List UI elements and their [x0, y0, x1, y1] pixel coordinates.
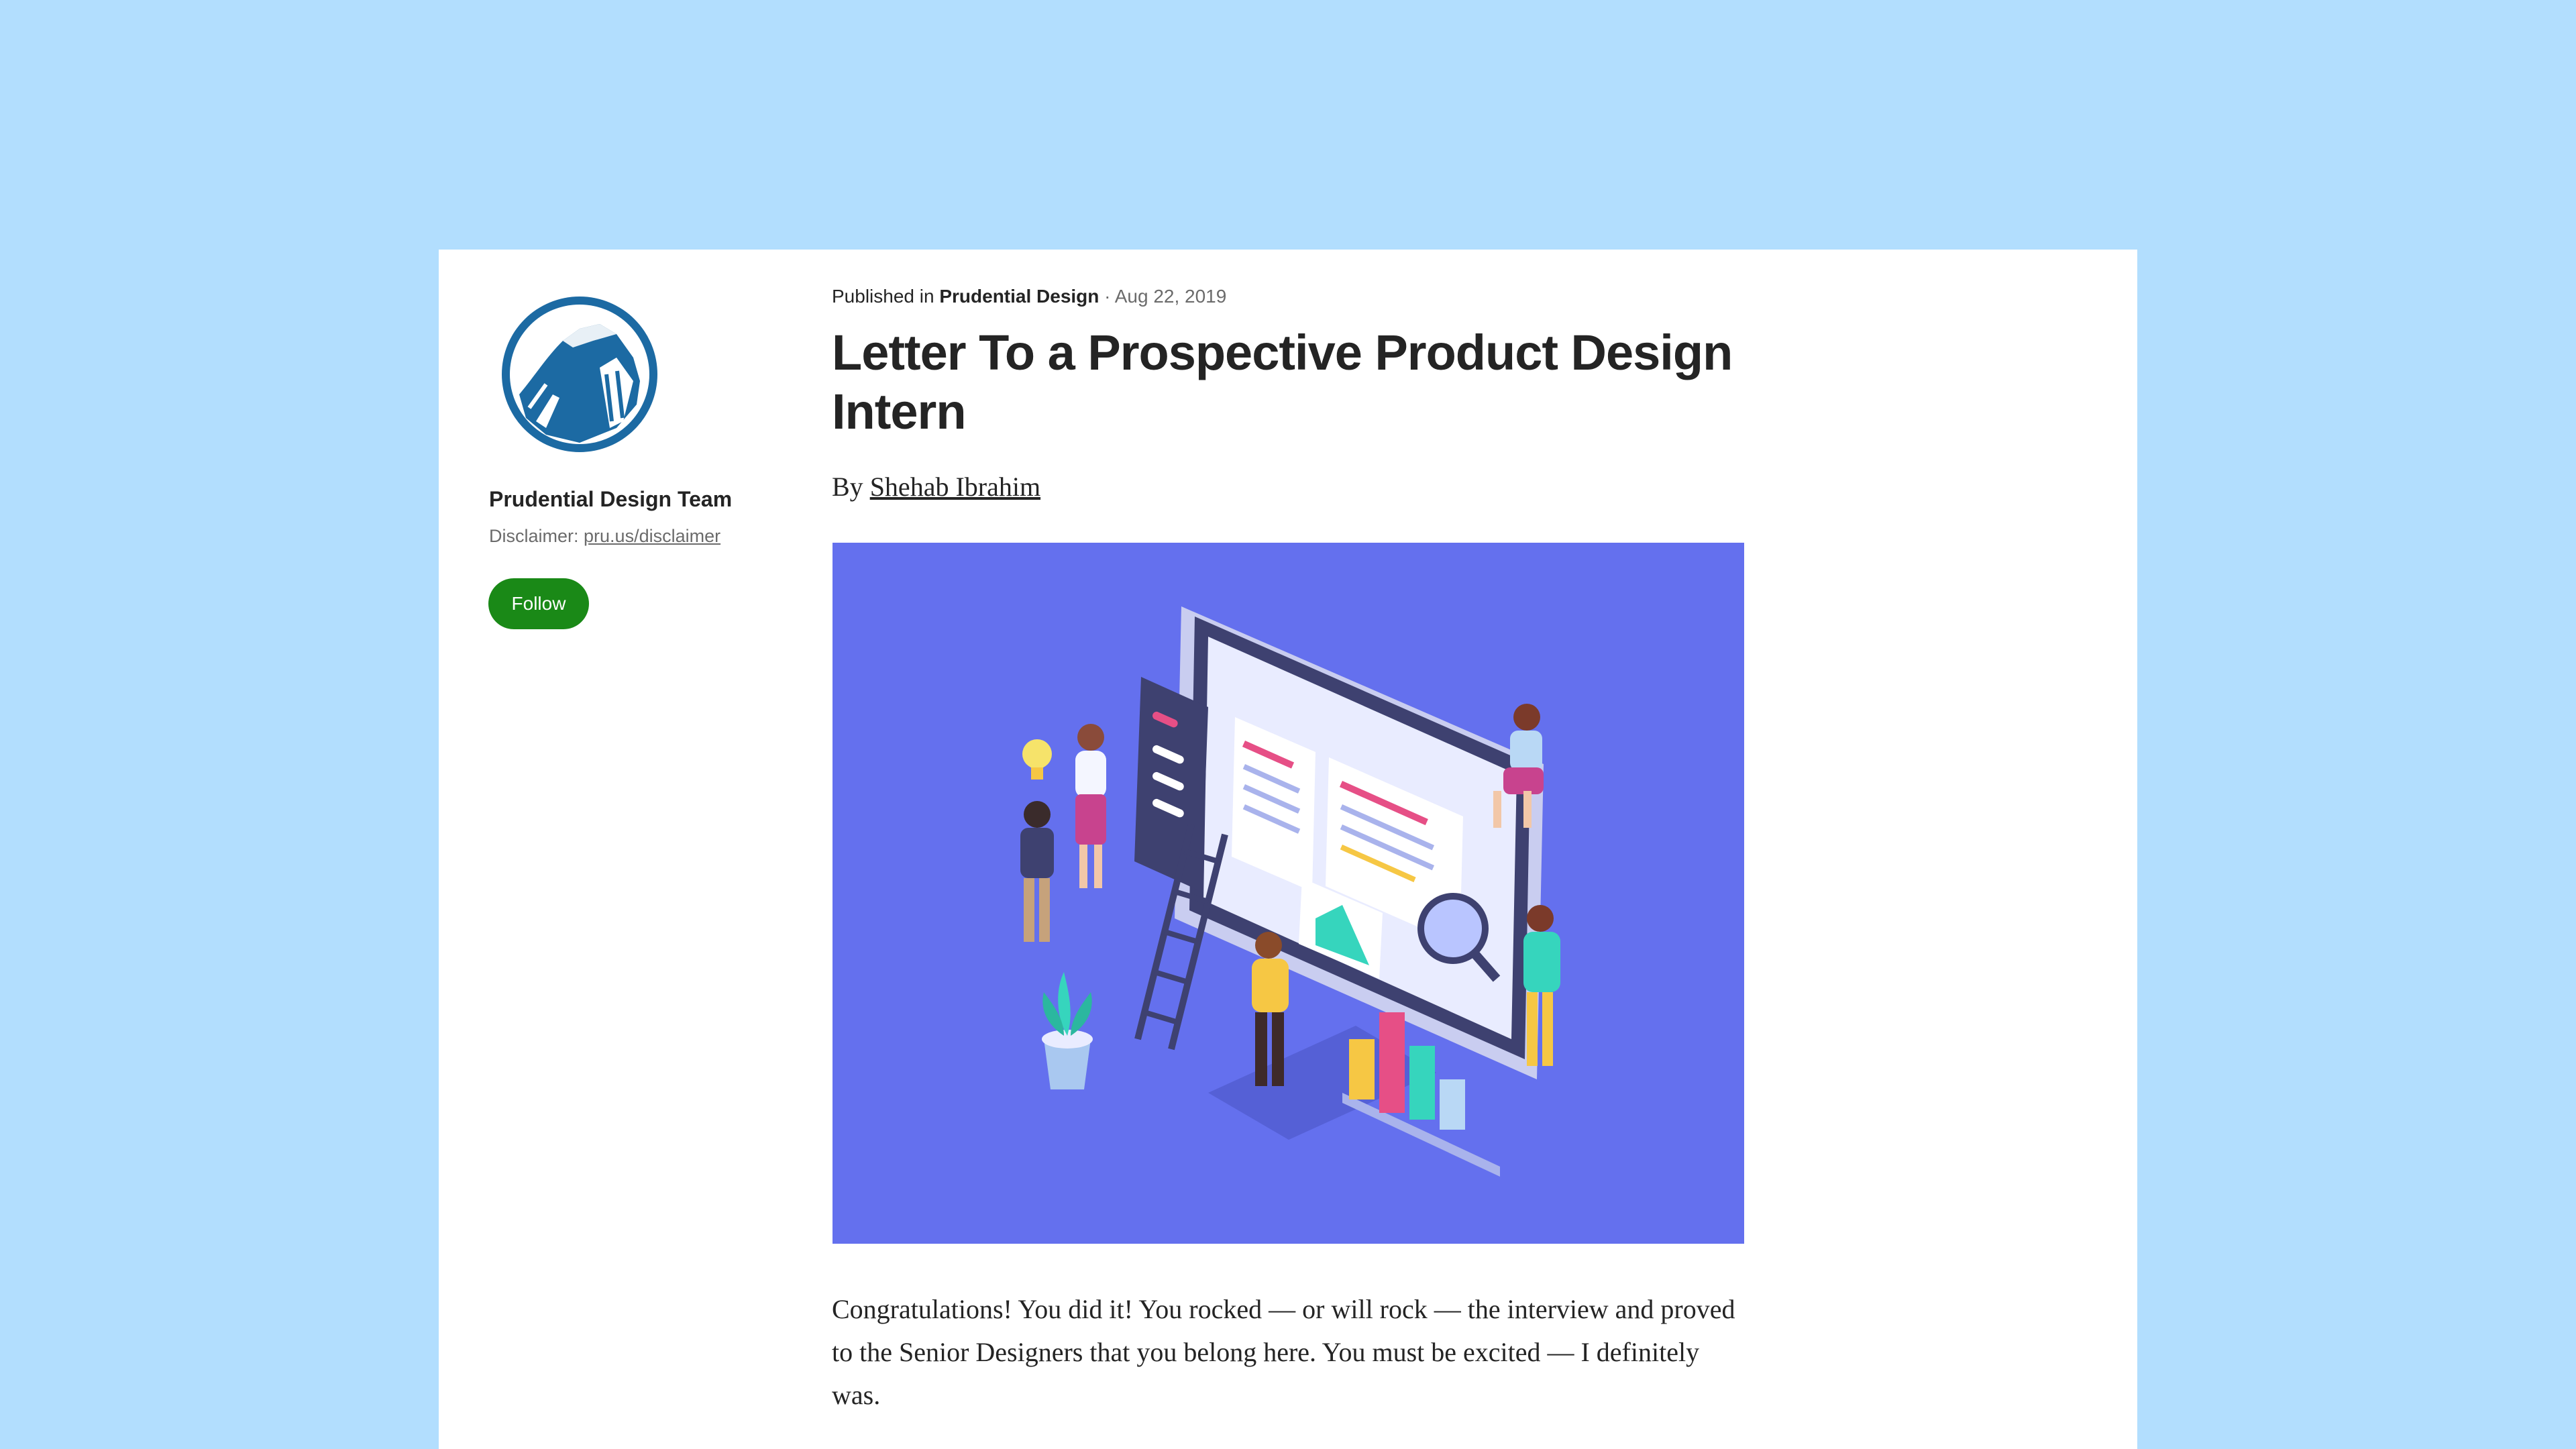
meta-separator: · — [1104, 286, 1111, 307]
published-prefix: Published in — [832, 286, 934, 307]
hero-illustration — [833, 543, 1744, 1244]
article-card: Prudential Design Team Disclaimer: pru.u… — [439, 250, 2137, 1449]
author-link[interactable]: Shehab Ibrahim — [870, 472, 1040, 502]
disclaimer-link[interactable]: pru.us/disclaimer — [584, 526, 720, 546]
sidebar-disclaimer: Disclaimer: pru.us/disclaimer — [489, 526, 720, 547]
publication-link[interactable]: Prudential Design — [939, 286, 1099, 307]
article-paragraph: Congratulations! You did it! You rocked … — [832, 1294, 1735, 1410]
follow-button[interactable]: Follow — [488, 578, 589, 629]
disclaimer-label: Disclaimer: — [489, 526, 579, 546]
publish-date: Aug 22, 2019 — [1114, 286, 1227, 307]
byline-prefix: By — [832, 472, 863, 502]
article-title: Letter To a Prospective Product Design I… — [832, 325, 1733, 439]
sidebar-publication-name[interactable]: Prudential Design Team — [489, 487, 732, 512]
byline: By Shehab Ibrahim — [832, 471, 1040, 502]
publication-logo-icon[interactable] — [499, 294, 660, 455]
article-meta: Published in Prudential Design · Aug 22,… — [832, 286, 1226, 307]
